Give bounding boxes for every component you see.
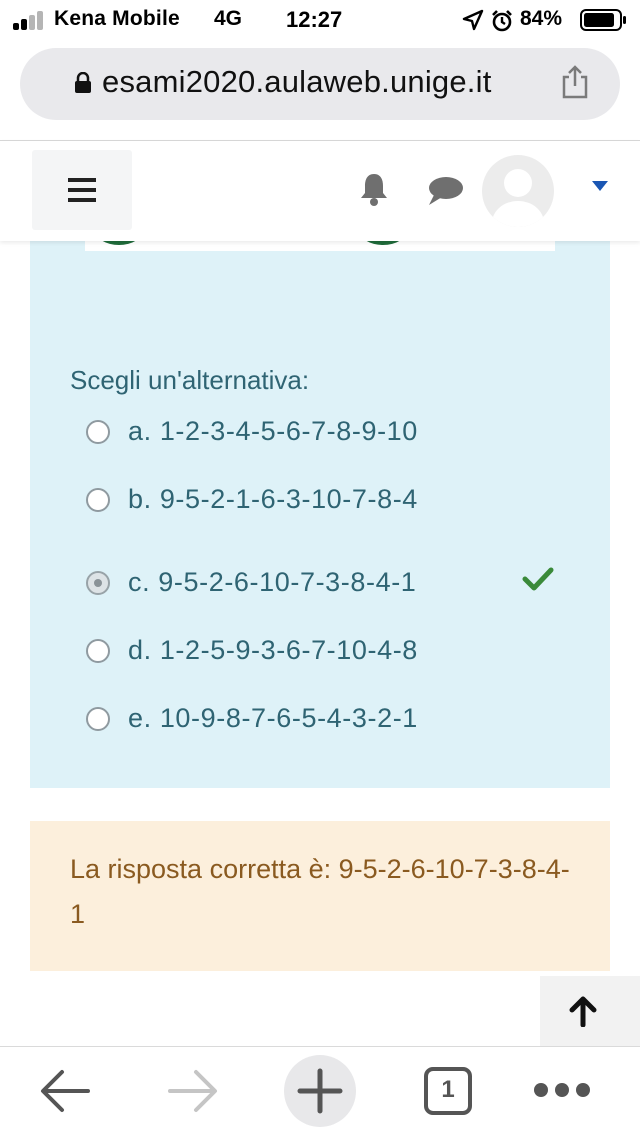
battery-percentage: 84% (520, 7, 563, 30)
site-navbar (0, 141, 640, 241)
tab-count: 1 (441, 1076, 455, 1103)
right-answer-panel: La risposta corretta è: 9-5-2-6-10-7-3-8… (30, 821, 610, 971)
option-c[interactable]: c. 9-5-2-6-10-7-3-8-4-1 (86, 561, 586, 605)
battery-icon (580, 9, 626, 31)
option-label: b. 9-5-2-1-6-3-10-7-8-4 (128, 484, 418, 514)
question-prompt: Scegli un'alternativa: (70, 365, 310, 395)
avatar[interactable] (482, 155, 554, 227)
alarm-icon (492, 10, 512, 32)
option-a[interactable]: a. 1-2-3-4-5-6-7-8-9-10 (86, 410, 586, 454)
more-icon[interactable] (534, 1083, 592, 1099)
back-to-top-button[interactable] (540, 976, 640, 1046)
signal-icon (13, 10, 49, 30)
status-bar: Kena Mobile 4G 12:27 84% (0, 0, 640, 40)
option-e[interactable]: e. 10-9-8-7-6-5-4-3-2-1 (86, 697, 586, 741)
option-b[interactable]: b. 9-5-2-1-6-3-10-7-8-4 (86, 478, 586, 522)
question-panel: Scegli un'alternativa: a. 1-2-3-4-5-6-7-… (30, 215, 610, 788)
hamburger-icon (68, 178, 96, 202)
radio-button[interactable] (86, 488, 110, 512)
address-bar[interactable]: esami2020.aulaweb.unige.it (20, 48, 620, 120)
network-type: 4G (214, 7, 243, 30)
user-icon (492, 169, 544, 227)
lock-icon (75, 72, 91, 93)
forward-icon[interactable] (164, 1047, 220, 1136)
url-text[interactable]: esami2020.aulaweb.unige.it (102, 64, 492, 100)
bell-icon[interactable] (358, 171, 390, 207)
radio-button[interactable] (86, 639, 110, 663)
carrier-name: Kena Mobile (54, 7, 180, 30)
menu-button[interactable] (32, 150, 132, 230)
radio-button[interactable] (86, 420, 110, 444)
plus-icon (297, 1068, 343, 1114)
new-tab-button[interactable] (284, 1055, 356, 1127)
option-label: a. 1-2-3-4-5-6-7-8-9-10 (128, 416, 418, 446)
back-icon[interactable] (38, 1047, 94, 1136)
option-label: e. 10-9-8-7-6-5-4-3-2-1 (128, 703, 418, 733)
share-icon[interactable] (560, 64, 590, 100)
option-label: d. 1-2-5-9-3-6-7-10-4-8 (128, 635, 418, 665)
caret-down-icon[interactable] (592, 181, 608, 191)
arrow-up-icon (569, 996, 597, 1027)
location-icon (462, 9, 484, 31)
chat-icon[interactable] (426, 175, 464, 207)
check-icon (522, 567, 554, 591)
tabs-button[interactable]: 1 (424, 1067, 472, 1115)
browser-toolbar: 1 (0, 1047, 640, 1136)
radio-button-selected[interactable] (86, 571, 110, 595)
clock: 12:27 (286, 7, 343, 32)
radio-button[interactable] (86, 707, 110, 731)
option-d[interactable]: d. 1-2-5-9-3-6-7-10-4-8 (86, 629, 586, 673)
option-label: c. 9-5-2-6-10-7-3-8-4-1 (128, 567, 417, 597)
right-answer-text: La risposta corretta è: 9-5-2-6-10-7-3-8… (70, 854, 570, 929)
